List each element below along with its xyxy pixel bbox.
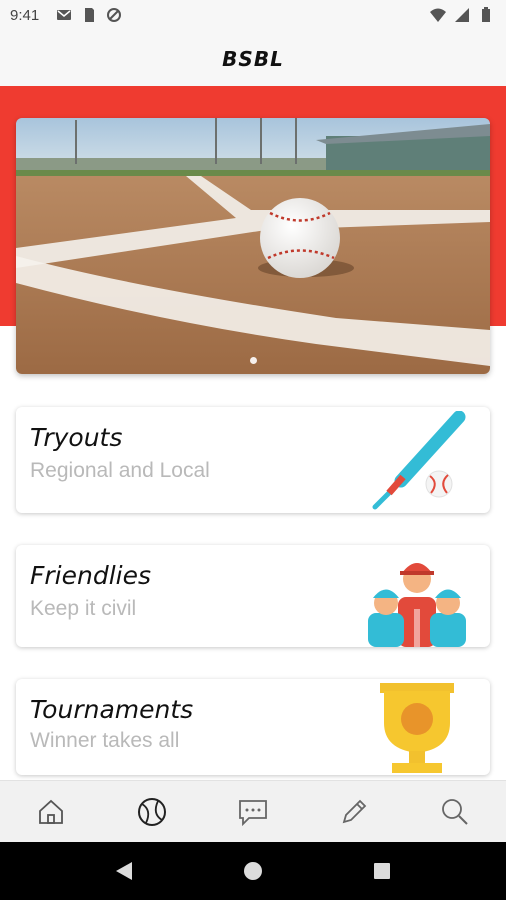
card-title-tryouts: Tryouts [30,423,123,452]
card-subtitle-friendlies: Keep it civil [30,597,137,620]
signal-icon [455,8,469,22]
recents-icon [373,863,390,879]
nav-baseball[interactable] [124,784,180,840]
home-circle-icon [243,862,262,880]
sd-card-icon [85,8,94,22]
sync-icon [107,8,121,22]
search-icon [442,798,469,825]
carousel-dot-active[interactable] [249,357,257,364]
system-recents-button[interactable] [362,851,402,891]
nav-edit[interactable] [326,784,382,840]
nav-search[interactable] [427,784,483,840]
wifi-icon [430,8,446,22]
mail-icon [57,10,71,20]
battery-icon [482,7,490,22]
nav-chat[interactable] [225,784,281,840]
card-tournaments[interactable]: Tournaments Winner takes all [16,679,490,775]
edit-icon [342,799,367,823]
card-tryouts[interactable]: Tryouts Regional and Local [16,407,490,513]
system-back-button[interactable] [104,851,144,891]
card-subtitle-tryouts: Regional and Local [30,459,210,482]
nav-home[interactable] [23,784,79,840]
card-title-friendlies: Friendlies [30,561,151,590]
back-icon [116,862,133,880]
system-navigation-bar [0,842,506,900]
card-title-tournaments: Tournaments [30,695,194,724]
hero-carousel[interactable] [16,118,490,374]
system-home-button[interactable] [233,851,273,891]
home-icon [38,799,63,824]
chat-icon [239,799,267,826]
app-title: BSBL [222,47,284,71]
trophy-icon [380,683,454,773]
card-subtitle-tournaments: Winner takes all [30,729,180,752]
bat-and-ball-icon [372,411,466,510]
baseball-field-image [16,118,490,374]
card-friendlies[interactable]: Friendlies Keep it civil [16,545,490,647]
baseball-icon [137,797,166,826]
status-time: 9:41 [10,7,40,24]
status-bar: 9:41 [0,0,506,32]
app-bar: BSBL [0,32,506,86]
bottom-navigation [0,780,506,842]
team-players-icon [368,563,466,647]
